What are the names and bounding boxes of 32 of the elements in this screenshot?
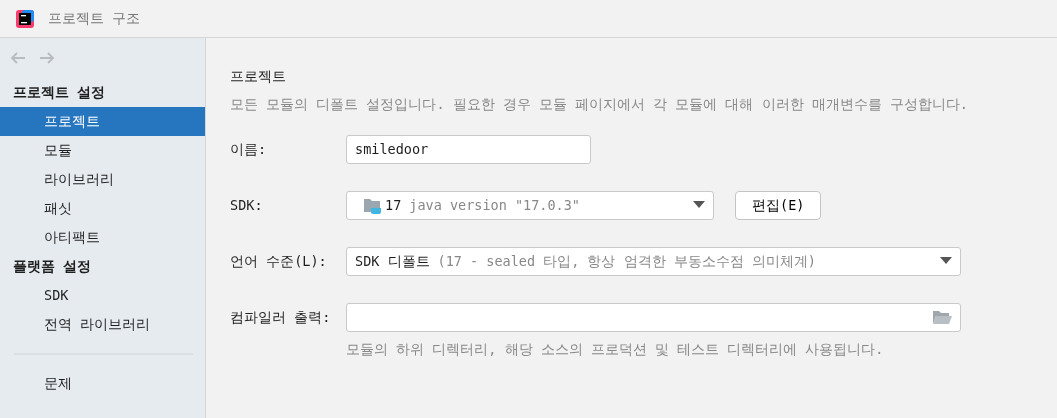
field-label: 컴파일러 출력: (230, 307, 332, 327)
sidebar-item[interactable]: 프로젝트 (0, 107, 205, 136)
section-title: 프로젝트 (230, 67, 287, 86)
field-label: 이름: (230, 139, 268, 159)
dropdown-caret-icon (940, 257, 952, 265)
dropdown-caret-icon (693, 201, 705, 209)
app-logo-icon (16, 9, 34, 28)
folder-icon (363, 196, 383, 214)
name-field[interactable]: smiledoor (346, 134, 591, 164)
sdk-version: 17 (385, 195, 402, 215)
section-heading: 프로젝트 설정 (12, 83, 107, 102)
field-label: 언어 수준(L): (230, 251, 328, 271)
sidebar-item[interactable]: 패싯 (0, 194, 205, 223)
hint-text: 모듈의 하위 디렉터리, 해당 소스의 프로덕션 및 테스트 디렉터리에 사용됩니다. (346, 339, 885, 359)
edit-button[interactable]: 편집(E) (735, 190, 822, 220)
sdk-dropdown[interactable]: 17 java version "17.0.3" (346, 190, 714, 220)
field-label: SDK: (230, 195, 264, 215)
output-path-field[interactable] (346, 302, 961, 332)
sidebar-item[interactable]: 문제 (0, 369, 205, 398)
folder-icon[interactable] (932, 309, 952, 325)
section-heading: 플랫폼 설정 (12, 257, 93, 276)
language-level-dropdown[interactable]: SDK 디폴트 (17 - sealed 타입, 항상 엄격한 부동소수점 의미체계) (346, 246, 961, 276)
window-title: 프로젝트 구조 (48, 9, 141, 28)
sidebar-item[interactable]: SDK (0, 281, 205, 310)
sidebar-item[interactable]: 라이브러리 (0, 165, 205, 194)
description-text: 모든 모듈의 디폴트 설정입니다. 필요한 경우 모듈 페이지에서 각 모듈에 대해 이러한 매개변수를 구성합니다. (230, 95, 969, 115)
sidebar-item[interactable]: 아티팩트 (0, 223, 205, 252)
dropdown-value: SDK 디폴트 (355, 251, 430, 271)
dropdown-detail: (17 - sealed 타입, 항상 엄격한 부동소수점 의미체계) (437, 251, 816, 271)
sidebar-item[interactable]: 전역 라이브러리 (0, 310, 205, 339)
sdk-detail: java version "17.0.3" (409, 195, 580, 215)
sidebar-item[interactable]: 모듈 (0, 136, 205, 165)
